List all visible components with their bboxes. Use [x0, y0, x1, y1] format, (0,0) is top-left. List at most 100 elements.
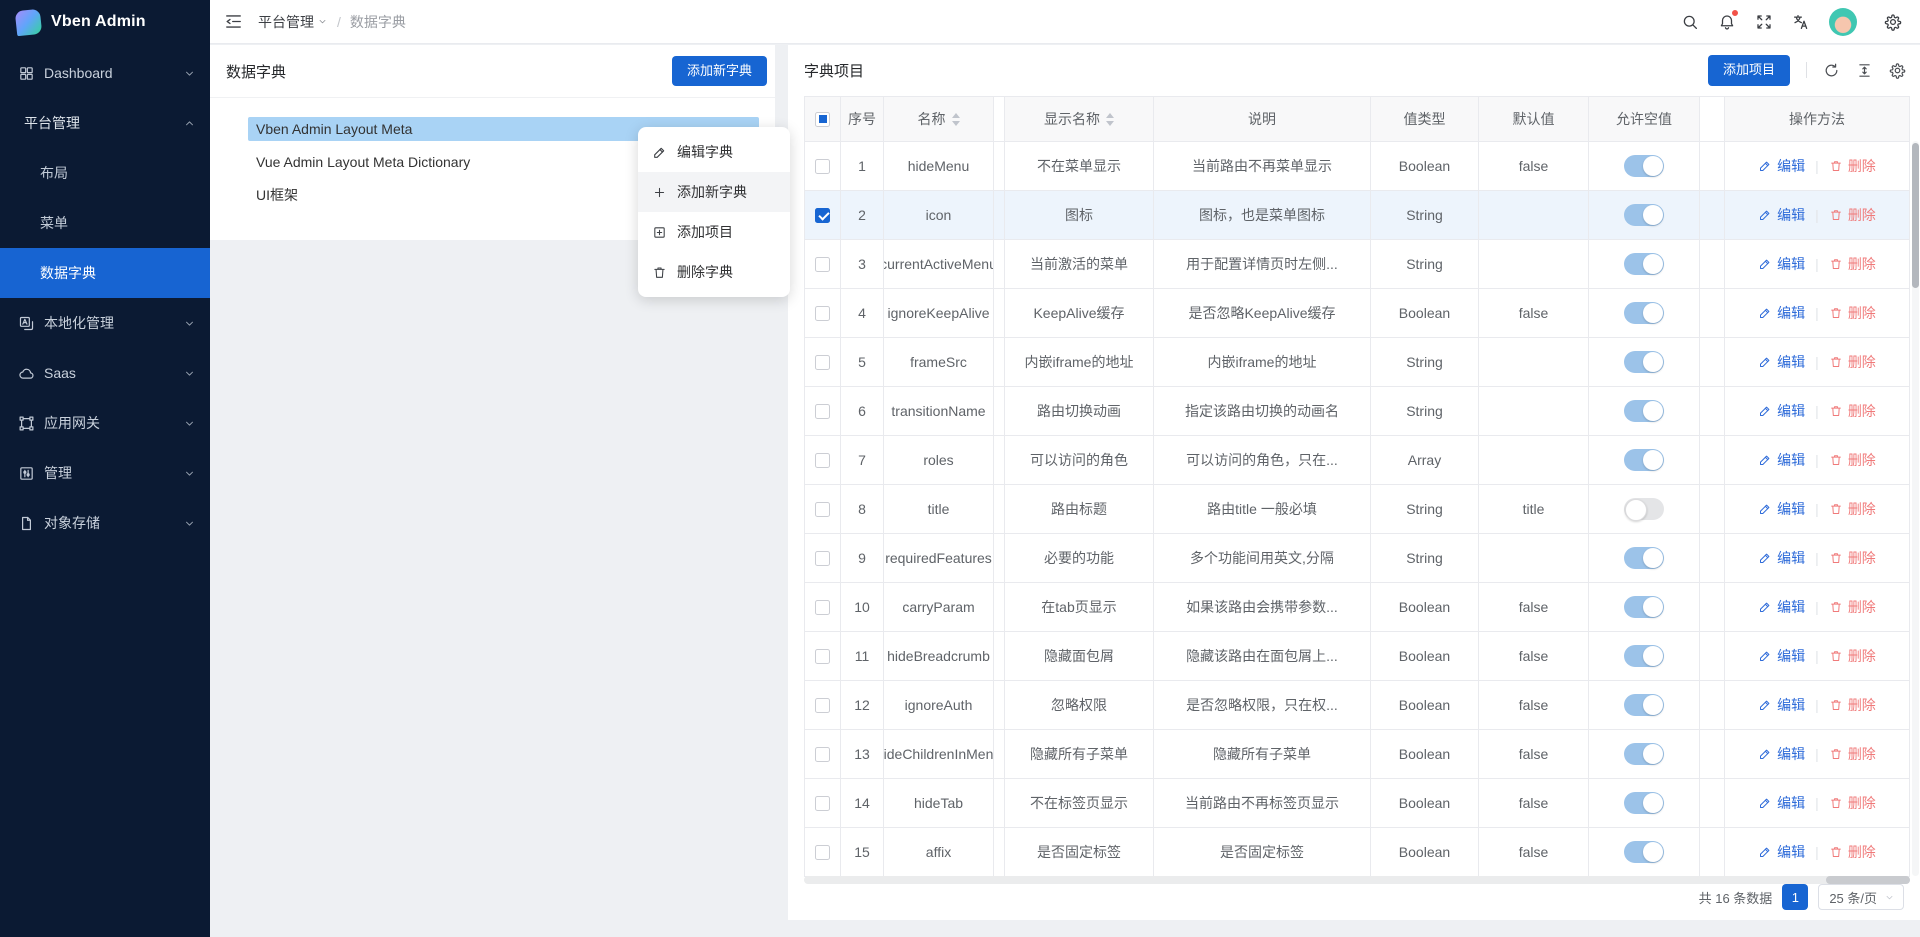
row-checkbox[interactable]: [815, 649, 830, 664]
row-checkbox[interactable]: [815, 600, 830, 615]
edit-button[interactable]: 编辑: [1758, 548, 1805, 568]
translate-icon[interactable]: [1792, 13, 1810, 31]
allow-empty-toggle[interactable]: [1624, 841, 1664, 863]
allow-empty-toggle[interactable]: [1624, 155, 1664, 177]
edit-button[interactable]: 编辑: [1758, 156, 1805, 176]
row-checkbox[interactable]: [815, 845, 830, 860]
delete-button[interactable]: 删除: [1829, 842, 1876, 862]
app-logo[interactable]: Vben Admin: [0, 0, 210, 44]
vertical-scrollbar-thumb[interactable]: [1912, 143, 1919, 288]
allow-empty-toggle[interactable]: [1624, 400, 1664, 422]
allow-empty-toggle[interactable]: [1624, 645, 1664, 667]
trash-icon: [1829, 747, 1843, 761]
row-height-icon[interactable]: [1856, 62, 1873, 79]
sidebar-item-本地化管理[interactable]: 本地化管理: [0, 298, 210, 348]
menu-fold-icon[interactable]: [224, 12, 243, 31]
row-checkbox[interactable]: [815, 747, 830, 762]
row-checkbox[interactable]: [815, 502, 830, 517]
delete-button[interactable]: 删除: [1829, 548, 1876, 568]
select-all-checkbox[interactable]: [815, 112, 830, 127]
allow-empty-toggle[interactable]: [1624, 253, 1664, 275]
context-menu-item-编辑字典[interactable]: 编辑字典: [638, 132, 790, 172]
allow-empty-toggle[interactable]: [1624, 547, 1664, 569]
breadcrumb-section[interactable]: 平台管理: [258, 12, 328, 32]
sidebar-item-对象存储[interactable]: 对象存储: [0, 498, 210, 548]
allow-empty-toggle[interactable]: [1624, 449, 1664, 471]
row-checkbox[interactable]: [815, 159, 830, 174]
delete-button-label: 删除: [1848, 793, 1876, 813]
refresh-icon[interactable]: [1823, 62, 1840, 79]
row-checkbox[interactable]: [815, 453, 830, 468]
delete-button[interactable]: 删除: [1829, 205, 1876, 225]
edit-button[interactable]: 编辑: [1758, 842, 1805, 862]
allow-empty-toggle[interactable]: [1624, 498, 1664, 520]
allow-empty-toggle[interactable]: [1624, 596, 1664, 618]
row-checkbox[interactable]: [815, 306, 830, 321]
sidebar-item-平台管理[interactable]: 平台管理: [0, 98, 210, 148]
delete-button[interactable]: 删除: [1829, 156, 1876, 176]
sidebar-item-管理[interactable]: 管理: [0, 448, 210, 498]
allow-empty-toggle[interactable]: [1624, 204, 1664, 226]
allow-empty-toggle[interactable]: [1624, 792, 1664, 814]
allow-empty-toggle[interactable]: [1624, 302, 1664, 324]
edit-button[interactable]: 编辑: [1758, 793, 1805, 813]
row-checkbox[interactable]: [815, 257, 830, 272]
sidebar-item-菜单[interactable]: 菜单: [0, 198, 210, 248]
row-checkbox[interactable]: [815, 698, 830, 713]
edit-button[interactable]: 编辑: [1758, 646, 1805, 666]
edit-button[interactable]: 编辑: [1758, 499, 1805, 519]
delete-button[interactable]: 删除: [1829, 352, 1876, 372]
delete-button-label: 删除: [1848, 303, 1876, 323]
search-icon[interactable]: [1681, 13, 1699, 31]
logo-icon: [15, 8, 42, 35]
context-menu-item-添加新字典[interactable]: 添加新字典: [638, 172, 790, 212]
row-checkbox[interactable]: [815, 551, 830, 566]
notifications-button[interactable]: [1718, 13, 1736, 31]
allow-empty-toggle[interactable]: [1624, 743, 1664, 765]
settings-icon[interactable]: [1884, 13, 1902, 31]
context-menu-item-添加项目[interactable]: 添加项目: [638, 212, 790, 252]
sidebar-item-dashboard[interactable]: Dashboard: [0, 48, 210, 98]
table-settings-icon[interactable]: [1889, 62, 1906, 79]
edit-button[interactable]: 编辑: [1758, 205, 1805, 225]
cell-checkbox: [804, 142, 841, 190]
sidebar-item-数据字典[interactable]: 数据字典: [0, 248, 210, 298]
delete-button[interactable]: 删除: [1829, 254, 1876, 274]
row-checkbox[interactable]: [815, 355, 830, 370]
delete-button[interactable]: 删除: [1829, 401, 1876, 421]
user-avatar[interactable]: [1829, 8, 1857, 36]
delete-button[interactable]: 删除: [1829, 499, 1876, 519]
sidebar-item-应用网关[interactable]: 应用网关: [0, 398, 210, 448]
delete-button[interactable]: 删除: [1829, 744, 1876, 764]
sort-control[interactable]: [1106, 113, 1114, 126]
edit-button[interactable]: 编辑: [1758, 597, 1805, 617]
row-checkbox[interactable]: [815, 796, 830, 811]
table-row: 12ignoreAuth忽略权限是否忽略权限，只在权...Booleanfals…: [804, 681, 1910, 730]
page-size-select[interactable]: 25 条/页: [1818, 884, 1904, 910]
delete-button[interactable]: 删除: [1829, 597, 1876, 617]
delete-button[interactable]: 删除: [1829, 303, 1876, 323]
delete-button[interactable]: 删除: [1829, 793, 1876, 813]
sidebar-item-布局[interactable]: 布局: [0, 148, 210, 198]
delete-button[interactable]: 删除: [1829, 695, 1876, 715]
edit-button[interactable]: 编辑: [1758, 695, 1805, 715]
page-button[interactable]: 1: [1782, 884, 1808, 910]
delete-button[interactable]: 删除: [1829, 646, 1876, 666]
fullscreen-icon[interactable]: [1755, 13, 1773, 31]
edit-button[interactable]: 编辑: [1758, 744, 1805, 764]
edit-button[interactable]: 编辑: [1758, 303, 1805, 323]
allow-empty-toggle[interactable]: [1624, 694, 1664, 716]
row-checkbox[interactable]: [815, 404, 830, 419]
add-dictionary-button[interactable]: 添加新字典: [672, 56, 767, 86]
edit-button[interactable]: 编辑: [1758, 450, 1805, 470]
edit-button[interactable]: 编辑: [1758, 352, 1805, 372]
sort-control[interactable]: [952, 113, 960, 126]
delete-button[interactable]: 删除: [1829, 450, 1876, 470]
edit-button[interactable]: 编辑: [1758, 254, 1805, 274]
allow-empty-toggle[interactable]: [1624, 351, 1664, 373]
row-checkbox[interactable]: [815, 208, 830, 223]
context-menu-item-删除字典[interactable]: 删除字典: [638, 252, 790, 292]
add-item-button[interactable]: 添加项目: [1708, 55, 1790, 85]
edit-button[interactable]: 编辑: [1758, 401, 1805, 421]
sidebar-item-saas[interactable]: Saas: [0, 348, 210, 398]
